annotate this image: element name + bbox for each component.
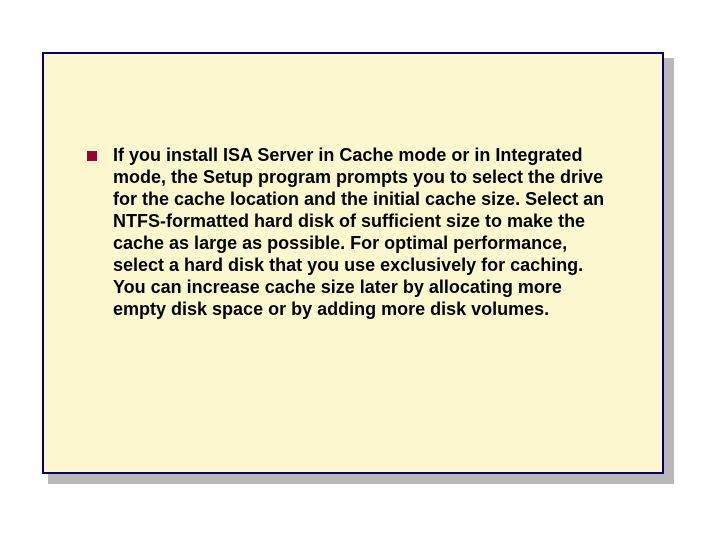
square-bullet-icon [87, 151, 97, 161]
bullet-text: If you install ISA Server in Cache mode … [113, 145, 667, 321]
bullet-list: If you install ISA Server in Cache mode … [87, 145, 667, 321]
list-item: If you install ISA Server in Cache mode … [87, 145, 667, 321]
slide: If you install ISA Server in Cache mode … [0, 0, 720, 540]
